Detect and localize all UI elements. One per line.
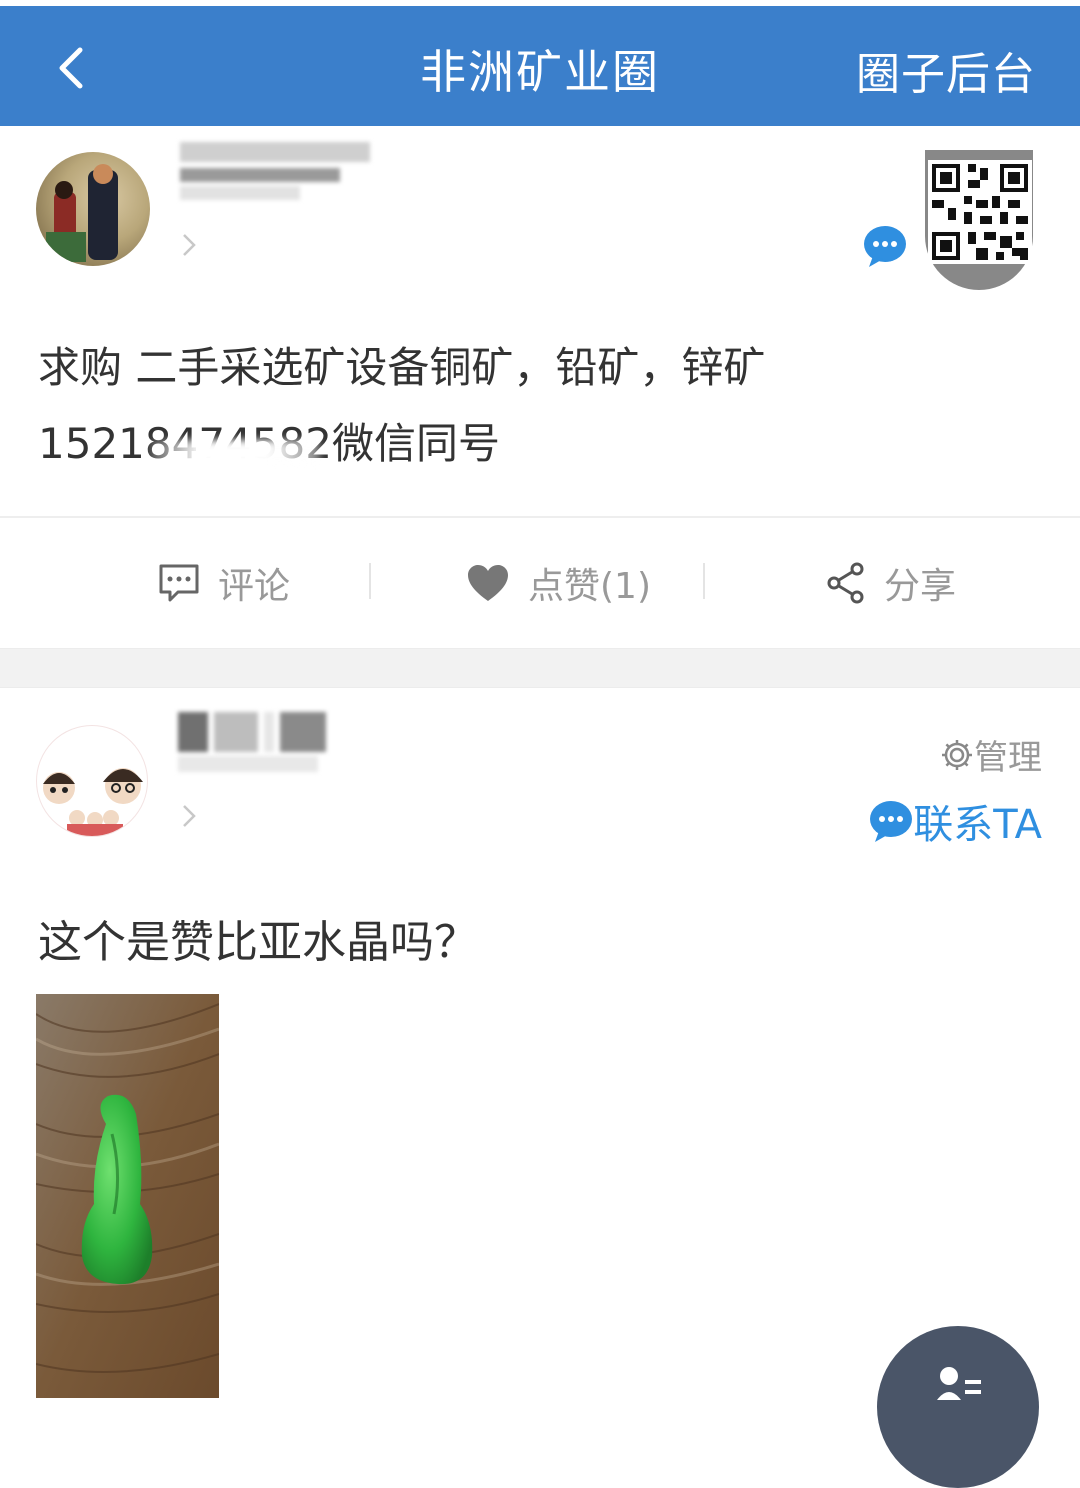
- manage-label: 管理: [974, 738, 1042, 778]
- floating-menu-button[interactable]: [877, 1326, 1039, 1488]
- chat-bubble-icon: [870, 801, 913, 842]
- chevron-right-icon[interactable]: [181, 803, 197, 829]
- app-header: 非洲矿业圈 圈子后台: [0, 0, 1080, 126]
- share-icon: [827, 562, 864, 604]
- divider: [0, 516, 1080, 518]
- heart-icon: [468, 565, 508, 601]
- post-text: 这个是赞比亚水晶吗？: [38, 917, 478, 968]
- contact-label: 联系TA: [913, 802, 1042, 848]
- comment-button[interactable]: 评论: [158, 555, 290, 611]
- post-photo[interactable]: [36, 994, 219, 1398]
- username-redacted: [178, 712, 326, 774]
- gear-icon: [942, 739, 972, 770]
- share-label: 分享: [884, 566, 957, 607]
- comment-icon: [159, 564, 199, 602]
- chat-bubble-icon[interactable]: [863, 224, 907, 268]
- user-list-icon: [937, 1367, 981, 1400]
- chevron-right-icon[interactable]: [181, 232, 197, 258]
- avatar[interactable]: [36, 152, 150, 266]
- comment-label: 评论: [218, 566, 291, 607]
- username-redacted: [180, 142, 370, 200]
- circle-admin-button[interactable]: 圈子后台: [856, 38, 1036, 102]
- qr-code-icon[interactable]: [928, 160, 1032, 264]
- section-gap: [0, 648, 1080, 688]
- divider: [703, 563, 705, 599]
- contact-button[interactable]: 联系TA: [869, 792, 1042, 850]
- share-button[interactable]: 分享: [826, 555, 956, 611]
- avatar[interactable]: [36, 725, 148, 837]
- divider: [369, 563, 371, 599]
- manage-button[interactable]: 管理: [940, 730, 1042, 779]
- post-text-line: 求购 二手采选矿设备铜矿，铅矿，锌矿: [38, 343, 766, 392]
- like-label: 点赞(1): [528, 566, 651, 607]
- redaction-smear: [150, 440, 320, 466]
- like-button[interactable]: 点赞(1): [466, 555, 651, 611]
